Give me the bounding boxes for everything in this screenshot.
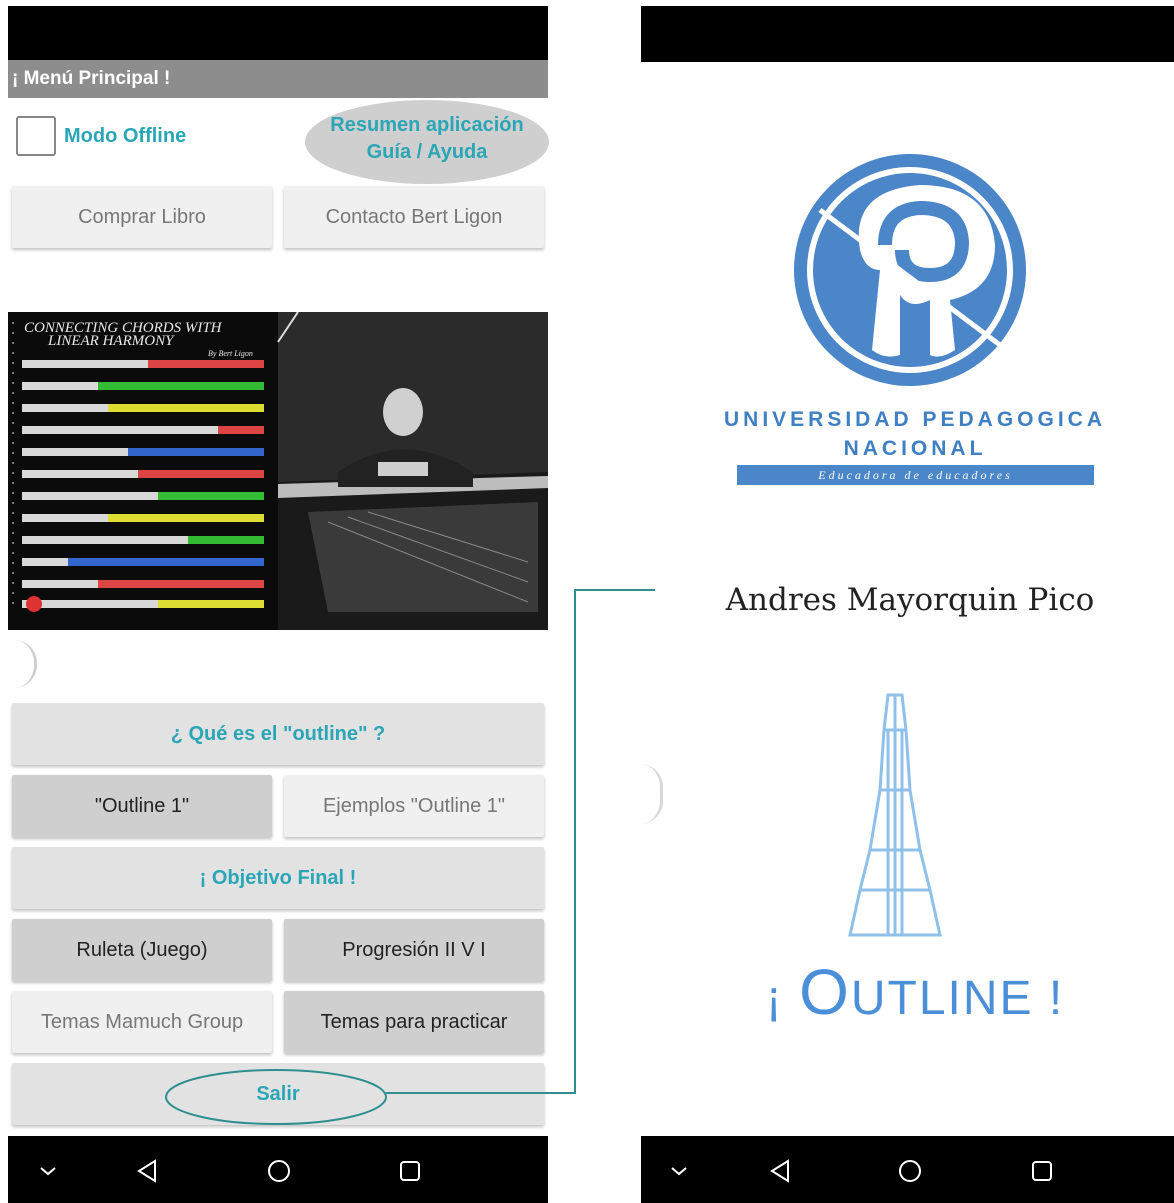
back-icon[interactable] <box>133 1158 163 1184</box>
university-name-line1: UNIVERSIDAD PEDAGOGICA <box>723 408 1107 431</box>
app-title-rest: UTLINE <box>850 972 1034 1025</box>
app-title-o: O <box>799 956 851 1028</box>
app-title: ¡ OUTLINE ! <box>680 955 1150 1029</box>
app-title-close: ! <box>1033 972 1065 1025</box>
back-icon[interactable] <box>766 1158 796 1184</box>
status-bar <box>641 6 1174 62</box>
chevron-down-icon[interactable] <box>664 1158 694 1184</box>
university-motto: Educadora de educadores <box>737 465 1094 485</box>
recents-icon[interactable] <box>395 1158 425 1184</box>
author-name: Andres Mayorquin Pico <box>725 582 1095 618</box>
university-name-line2: NACIONAL <box>843 437 987 460</box>
university-logo <box>794 154 1026 386</box>
chevron-down-icon[interactable] <box>33 1158 63 1184</box>
recents-icon[interactable] <box>1027 1158 1057 1184</box>
outline-logo <box>848 693 942 937</box>
app-title-open: ¡ <box>765 972 800 1025</box>
home-icon[interactable] <box>895 1158 925 1184</box>
home-icon[interactable] <box>264 1158 294 1184</box>
